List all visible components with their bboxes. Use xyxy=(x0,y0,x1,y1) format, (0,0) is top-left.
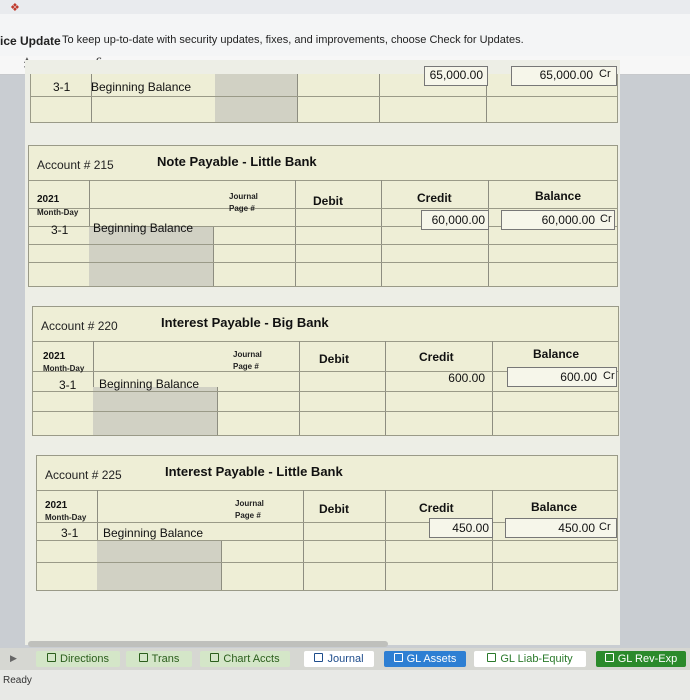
month-day-label: Month-Day xyxy=(43,364,85,373)
debit-col[interactable] xyxy=(297,74,380,122)
credit-label: Credit xyxy=(419,350,454,364)
title-strip: ❖ xyxy=(0,0,690,15)
office-update-bar: ice Update To keep up-to-date with secur… xyxy=(0,14,690,57)
account-name: Interest Payable - Big Bank xyxy=(161,315,329,330)
entry-balance: 450.00 xyxy=(558,521,595,535)
update-message: To keep up-to-date with security updates… xyxy=(62,34,524,46)
page-label: Page # xyxy=(233,362,259,371)
tab-gl-rev-exp[interactable]: GL Rev-Exp xyxy=(596,651,686,667)
account-header: Account # 225 Interest Payable - Little … xyxy=(37,456,617,491)
description-col[interactable] xyxy=(89,226,214,286)
year-label: 2021 xyxy=(45,500,68,511)
journal-label: Journal xyxy=(233,350,262,359)
balance-label: Balance xyxy=(531,500,578,514)
tab-directions[interactable]: Directions xyxy=(36,651,120,667)
page-label: Page # xyxy=(229,204,255,213)
account-number: Account # 225 xyxy=(45,468,122,482)
entry-side: Cr xyxy=(603,370,615,382)
lock-icon xyxy=(487,653,497,662)
debit-label: Debit xyxy=(319,352,349,366)
balance-label: Balance xyxy=(535,189,582,203)
credit-label: Credit xyxy=(417,191,452,205)
account-number: Account # 220 xyxy=(41,319,118,333)
debit-label: Debit xyxy=(319,502,349,516)
partial-date: 3-1 xyxy=(53,80,71,94)
entry-balance: 600.00 xyxy=(560,370,597,384)
entry-credit: 450.00 xyxy=(452,521,489,535)
partial-description: Beginning Balance xyxy=(91,80,192,94)
debit-label: Debit xyxy=(313,194,343,208)
journal-label: Journal xyxy=(229,192,258,201)
ledger-partial-top: 3-1 Beginning Balance 65,000.00 65,000.0… xyxy=(30,66,618,123)
entry-description: Beginning Balance xyxy=(99,377,200,391)
entry-date: 3-1 xyxy=(61,526,79,540)
entry-description: Beginning Balance xyxy=(93,221,194,235)
horizontal-scrollbar[interactable] xyxy=(28,641,388,647)
sheet-tab-bar: ▶ Directions Trans Chart Accts Journal G… xyxy=(0,641,690,670)
entry-date: 3-1 xyxy=(51,223,69,237)
tab-trans[interactable]: Trans xyxy=(126,651,192,667)
lock-icon xyxy=(314,653,324,662)
tab-chart-accts[interactable]: Chart Accts xyxy=(200,651,290,667)
update-title: ice Update xyxy=(0,34,61,48)
credit-label: Credit xyxy=(419,501,454,515)
year-label: 2021 xyxy=(37,194,60,205)
entry-description: Beginning Balance xyxy=(103,526,204,540)
account-header: Account # 220 Interest Payable - Big Ban… xyxy=(33,307,618,342)
entry-balance: 60,000.00 xyxy=(541,213,595,227)
ledger-account-215: Account # 215 Note Payable - Little Bank… xyxy=(28,145,618,287)
description-col[interactable] xyxy=(97,540,222,590)
lock-icon xyxy=(393,653,403,662)
entry-credit: 600.00 xyxy=(448,371,485,385)
lock-icon xyxy=(604,653,614,662)
tab-journal[interactable]: Journal xyxy=(304,651,374,667)
account-header: Account # 215 Note Payable - Little Bank xyxy=(29,146,617,181)
partial-side: Cr xyxy=(599,68,611,80)
tab-gl-assets[interactable]: GL Assets xyxy=(384,651,466,667)
app-logo-icon: ❖ xyxy=(10,2,20,14)
lock-icon xyxy=(47,653,57,662)
partial-balance: 65,000.00 xyxy=(539,68,593,82)
ledger-account-225: Account # 225 Interest Payable - Little … xyxy=(36,455,618,591)
tab-gl-liab-equity[interactable]: GL Liab-Equity xyxy=(474,651,586,667)
lock-icon xyxy=(210,653,220,662)
entry-side: Cr xyxy=(600,213,612,225)
year-label: 2021 xyxy=(43,351,66,362)
month-day-label: Month-Day xyxy=(37,208,79,217)
page-label: Page # xyxy=(235,511,261,520)
journal-col[interactable] xyxy=(215,74,298,122)
account-name: Note Payable - Little Bank xyxy=(157,154,317,169)
partial-credit: 65,000.00 xyxy=(429,68,483,82)
account-name: Interest Payable - Little Bank xyxy=(165,464,343,479)
entry-credit: 60,000.00 xyxy=(431,213,485,227)
ledger-account-220: Account # 220 Interest Payable - Big Ban… xyxy=(32,306,619,436)
tab-scroll-right-icon[interactable]: ▶ xyxy=(10,653,17,664)
account-number: Account # 215 xyxy=(37,158,114,172)
journal-label: Journal xyxy=(235,499,264,508)
entry-side: Cr xyxy=(599,521,611,533)
month-day-label: Month-Day xyxy=(45,513,87,522)
status-bar: Ready xyxy=(0,670,690,700)
balance-label: Balance xyxy=(533,347,580,361)
status-ready: Ready xyxy=(3,675,32,686)
entry-date: 3-1 xyxy=(59,378,77,392)
lock-icon xyxy=(138,653,148,662)
